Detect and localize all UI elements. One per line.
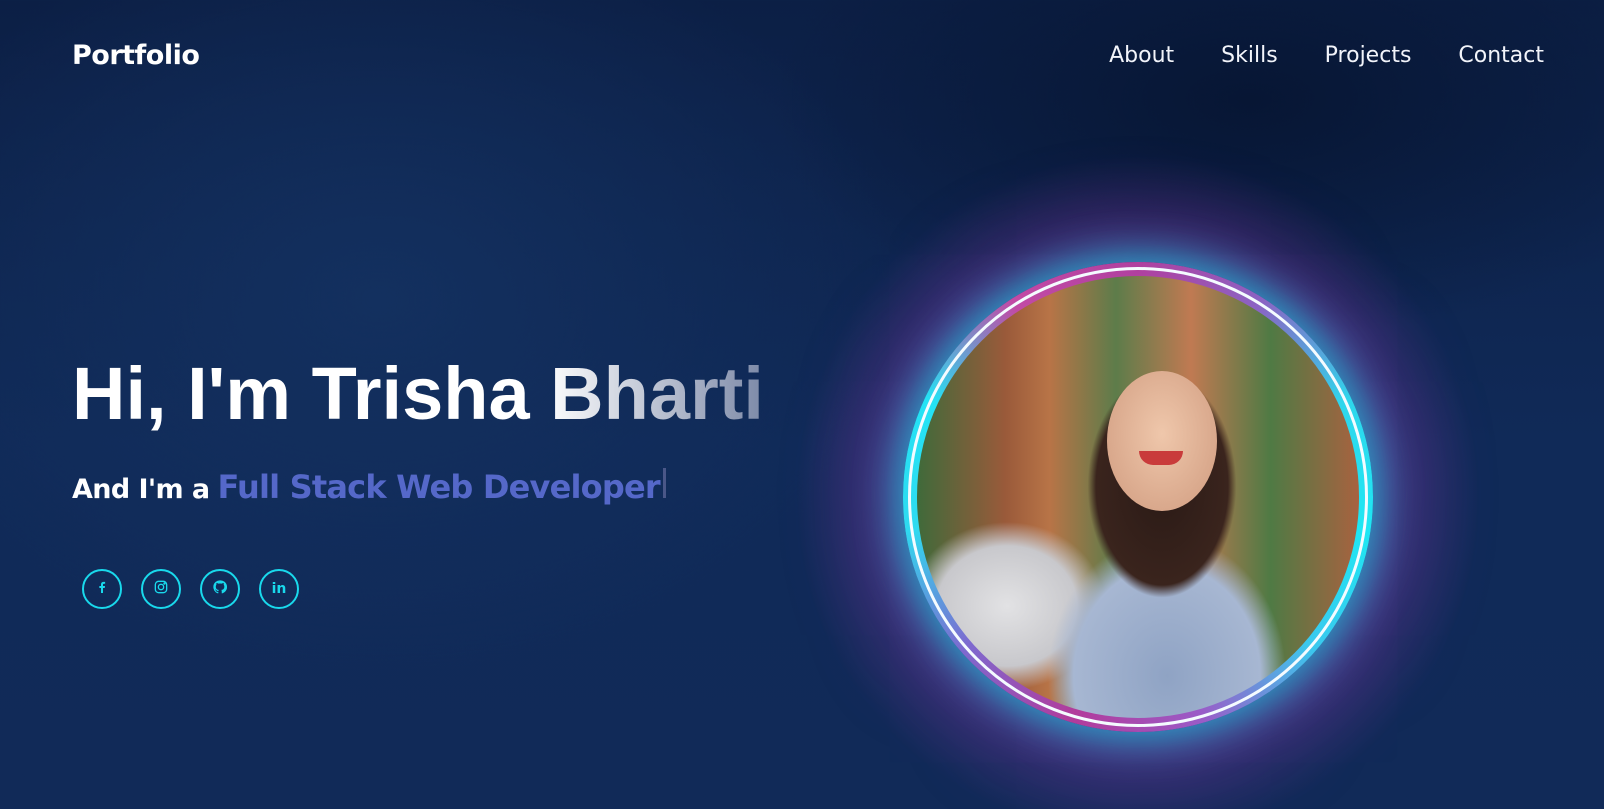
github-link[interactable] (200, 569, 240, 609)
nav-link-contact[interactable]: Contact (1458, 43, 1544, 68)
navbar: Portfolio About Skills Projects Contact (0, 0, 1604, 110)
role-prefix: And I'm a (72, 474, 210, 505)
profile-photo (917, 276, 1359, 718)
logo[interactable]: Portfolio (72, 40, 200, 71)
profile-avatar (793, 152, 1483, 809)
social-links: in (82, 569, 299, 609)
linkedin-icon: in (271, 581, 287, 597)
nav-link-projects[interactable]: Projects (1325, 43, 1412, 68)
facebook-icon (94, 579, 110, 599)
linkedin-link[interactable]: in (259, 569, 299, 609)
hero-greeting: Hi, I'm Trisha Bharti (72, 350, 764, 438)
typing-cursor (662, 468, 666, 498)
instagram-link[interactable] (141, 569, 181, 609)
facebook-link[interactable] (82, 569, 122, 609)
photo-face (1107, 371, 1217, 511)
nav-links: About Skills Projects Contact (1109, 43, 1544, 68)
role-typed-text: Full Stack Web Developer (217, 468, 661, 506)
github-icon (212, 579, 228, 599)
role-line: And I'm a Full Stack Web Developer (72, 468, 764, 506)
nav-link-about[interactable]: About (1109, 43, 1174, 68)
nav-link-skills[interactable]: Skills (1221, 43, 1278, 68)
hero-section: Hi, I'm Trisha Bharti And I'm a Full Sta… (72, 350, 764, 506)
instagram-icon (153, 579, 169, 599)
